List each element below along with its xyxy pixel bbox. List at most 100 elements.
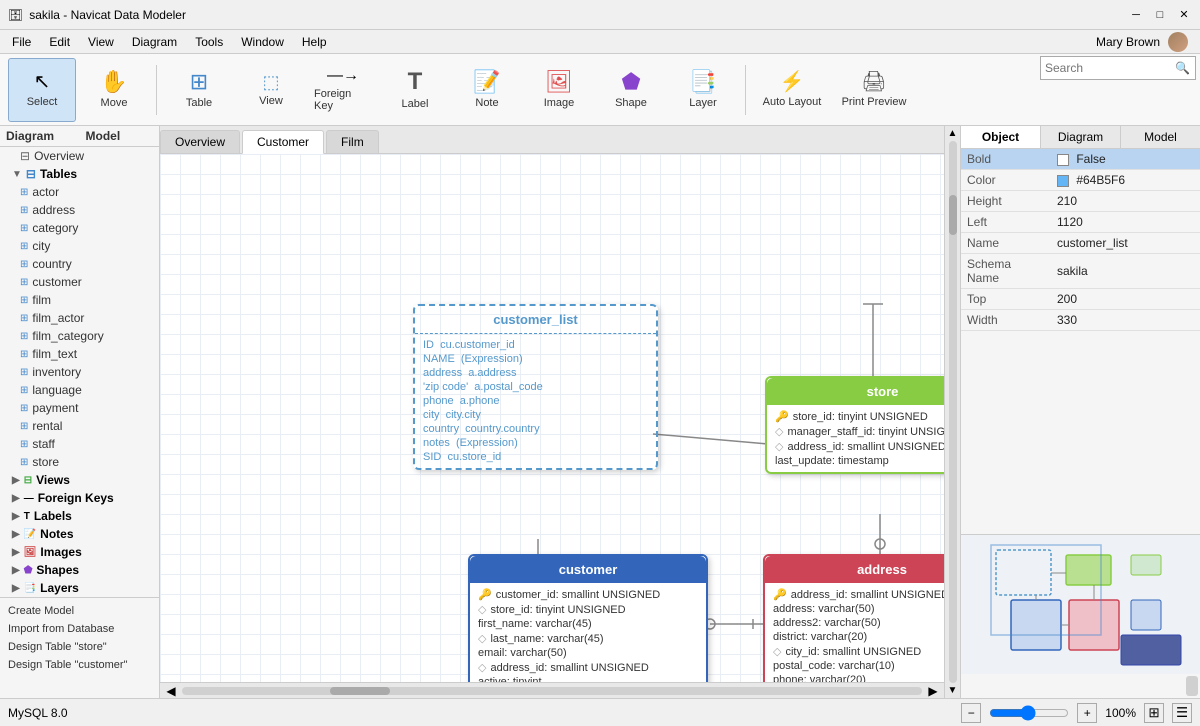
minimize-button[interactable]: ─ bbox=[1128, 7, 1144, 23]
scroll-left-btn[interactable]: ◀ bbox=[164, 684, 178, 698]
table-row: address: varchar(50) bbox=[773, 602, 944, 616]
film-category-icon: ⊞ bbox=[20, 331, 28, 342]
sidebar-item-country[interactable]: ⊞ country bbox=[0, 255, 159, 273]
menu-window[interactable]: Window bbox=[233, 33, 292, 51]
prop-schema-value: sakila bbox=[1051, 254, 1200, 289]
view-list-button[interactable]: ☰ bbox=[1172, 703, 1192, 723]
action-create-model[interactable]: Create Model bbox=[0, 602, 159, 620]
zoom-out-button[interactable]: − bbox=[961, 703, 981, 723]
tool-shape[interactable]: ⬟ Shape bbox=[597, 58, 665, 122]
menu-file[interactable]: File bbox=[4, 33, 39, 51]
action-design-customer[interactable]: Design Table "customer" bbox=[0, 656, 159, 674]
sidebar-item-payment[interactable]: ⊞ payment bbox=[0, 399, 159, 417]
sidebar-group-foreign-keys[interactable]: ▶ — Foreign Keys bbox=[0, 489, 159, 507]
tab-film[interactable]: Film bbox=[326, 130, 379, 153]
select-icon: ↖ bbox=[34, 72, 51, 92]
table-row: ◇manager_staff_id: tinyint UNSIGNED bbox=[775, 424, 944, 439]
tool-print-preview[interactable]: 🖨 Print Preview bbox=[834, 58, 914, 122]
h-scrollbar[interactable]: ◀ ▶ bbox=[160, 682, 944, 698]
properties-area: Bold False Color #64B5F6 bbox=[961, 149, 1200, 534]
prop-schema-key: Schema Name bbox=[961, 254, 1051, 289]
sidebar-item-film-text[interactable]: ⊞ film_text bbox=[0, 345, 159, 363]
sidebar-group-notes[interactable]: ▶ 📝 Notes bbox=[0, 525, 159, 543]
right-tab-model[interactable]: Model bbox=[1121, 126, 1200, 148]
prop-height-key: Height bbox=[961, 191, 1051, 212]
sidebar-item-rental[interactable]: ⊞ rental bbox=[0, 417, 159, 435]
search-input[interactable] bbox=[1041, 61, 1171, 75]
views-icon: ⊟ bbox=[24, 475, 32, 486]
field-text: last_name: varchar(45) bbox=[490, 633, 603, 645]
right-tab-diagram[interactable]: Diagram bbox=[1041, 126, 1121, 148]
zoom-slider[interactable] bbox=[989, 705, 1069, 721]
table-customer-list[interactable]: customer_list ID cu.customer_id NAME (Ex… bbox=[413, 304, 658, 470]
view-grid-button[interactable]: ⊞ bbox=[1144, 703, 1164, 723]
sidebar-diagram-header[interactable]: Diagram bbox=[0, 126, 80, 146]
sidebar-item-city[interactable]: ⊞ city bbox=[0, 237, 159, 255]
tool-move[interactable]: ✋ Move bbox=[80, 58, 148, 122]
sidebar-item-film[interactable]: ⊞ film bbox=[0, 291, 159, 309]
avatar bbox=[1168, 32, 1188, 52]
action-import-db[interactable]: Import from Database bbox=[0, 620, 159, 638]
table-customer[interactable]: customer 🔑customer_id: smallint UNSIGNED… bbox=[468, 554, 708, 682]
tool-view[interactable]: ⬚ View bbox=[237, 58, 305, 122]
tool-table[interactable]: ⊞ Table bbox=[165, 58, 233, 122]
tool-label[interactable]: T Label bbox=[381, 58, 449, 122]
sidebar-item-language[interactable]: ⊞ language bbox=[0, 381, 159, 399]
diagram-canvas[interactable]: customer_list ID cu.customer_id NAME (Ex… bbox=[160, 154, 944, 682]
v-scrollbar[interactable]: ▲ ▼ bbox=[944, 126, 960, 698]
sidebar-item-staff[interactable]: ⊞ staff bbox=[0, 435, 159, 453]
prop-color-key: Color bbox=[961, 170, 1051, 191]
prop-width-value: 330 bbox=[1051, 310, 1200, 331]
table-row: country country.country bbox=[423, 422, 648, 436]
zoom-in-button[interactable]: + bbox=[1077, 703, 1097, 723]
right-tab-object[interactable]: Object bbox=[961, 126, 1041, 148]
menu-diagram[interactable]: Diagram bbox=[124, 33, 185, 51]
city-icon: ⊞ bbox=[20, 241, 28, 252]
menu-tools[interactable]: Tools bbox=[187, 33, 231, 51]
tab-customer[interactable]: Customer bbox=[242, 130, 324, 154]
tool-layer[interactable]: 📑 Layer bbox=[669, 58, 737, 122]
sidebar-item-overview[interactable]: ⊟ Overview bbox=[0, 147, 159, 165]
sidebar-group-tables[interactable]: ▼ ⊟ Tables bbox=[0, 165, 159, 183]
sidebar-item-category[interactable]: ⊞ category bbox=[0, 219, 159, 237]
scroll-right-btn[interactable]: ▶ bbox=[926, 684, 940, 698]
table-store[interactable]: store 🔑store_id: tinyint UNSIGNED ◇manag… bbox=[765, 376, 944, 474]
key-icon: 🔑 bbox=[775, 410, 789, 423]
tool-foreign-key[interactable]: —→ Foreign Key bbox=[309, 58, 377, 122]
tab-overview[interactable]: Overview bbox=[160, 130, 240, 153]
sidebar-item-film-actor[interactable]: ⊞ film_actor bbox=[0, 309, 159, 327]
sidebar-model-header[interactable]: Model bbox=[80, 126, 160, 146]
sidebar-item-inventory[interactable]: ⊞ inventory bbox=[0, 363, 159, 381]
v-scroll-thumb[interactable] bbox=[949, 195, 957, 235]
sidebar-item-customer[interactable]: ⊞ customer bbox=[0, 273, 159, 291]
sidebar-group-images[interactable]: ▶ 🖼 Images bbox=[0, 543, 159, 561]
scroll-down-btn[interactable]: ▼ bbox=[946, 685, 960, 696]
layer-icon: 📑 bbox=[689, 71, 716, 93]
sidebar-group-labels[interactable]: ▶ T Labels bbox=[0, 507, 159, 525]
sidebar-group-layers[interactable]: ▶ 📑 Layers bbox=[0, 579, 159, 597]
table-row: city city.city bbox=[423, 408, 648, 422]
sidebar-item-address[interactable]: ⊞ address bbox=[0, 201, 159, 219]
inventory-icon: ⊞ bbox=[20, 367, 28, 378]
menu-help[interactable]: Help bbox=[294, 33, 335, 51]
h-scroll-thumb[interactable] bbox=[330, 687, 390, 695]
action-design-store[interactable]: Design Table "store" bbox=[0, 638, 159, 656]
diamond-icon: ◇ bbox=[775, 425, 783, 438]
sidebar-group-views[interactable]: ▶ ⊟ Views bbox=[0, 471, 159, 489]
scroll-up-btn[interactable]: ▲ bbox=[946, 128, 960, 139]
sidebar-item-actor[interactable]: ⊞ actor bbox=[0, 183, 159, 201]
maximize-button[interactable]: □ bbox=[1152, 7, 1168, 23]
sidebar-group-shapes[interactable]: ▶ ⬟ Shapes bbox=[0, 561, 159, 579]
menu-edit[interactable]: Edit bbox=[41, 33, 78, 51]
tool-select[interactable]: ↖ Select bbox=[8, 58, 76, 122]
sidebar-item-film-category[interactable]: ⊞ film_category bbox=[0, 327, 159, 345]
close-button[interactable]: ✕ bbox=[1176, 7, 1192, 23]
tool-auto-layout[interactable]: ⚡ Auto Layout bbox=[754, 58, 830, 122]
table-address[interactable]: address 🔑address_id: smallint UNSIGNED a… bbox=[763, 554, 944, 682]
menu-view[interactable]: View bbox=[80, 33, 122, 51]
sidebar-item-store[interactable]: ⊞ store bbox=[0, 453, 159, 471]
tool-note[interactable]: 📝 Note bbox=[453, 58, 521, 122]
right-vscroll-thumb[interactable] bbox=[1186, 676, 1198, 696]
field-text: store_id: tinyint UNSIGNED bbox=[490, 604, 625, 616]
tool-image[interactable]: 🖼 Image bbox=[525, 58, 593, 122]
